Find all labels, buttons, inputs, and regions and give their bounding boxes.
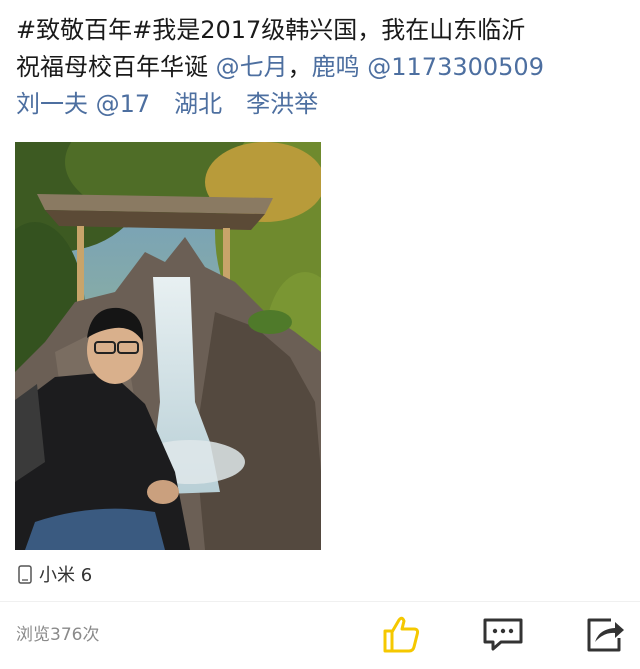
post-photo[interactable] [15,142,321,550]
share-icon [587,618,624,652]
phone-icon [18,564,32,584]
comment-button[interactable] [479,610,527,658]
view-count: 浏览376次 [16,625,100,645]
post-separator: ， [287,53,312,81]
thumbs-up-icon [383,616,420,653]
post-line-2-text: 祝福母校百年华诞 [16,53,216,81]
post-line-2: 祝福母校百年华诞 @七月，鹿鸣 @1173300509 [16,49,628,86]
share-button[interactable] [581,610,629,658]
like-button[interactable] [377,610,425,658]
device-info: 小米 6 [18,561,92,587]
post-card: #致敬百年#我是2017级韩兴国，我在山东临沂 祝福母校百年华诞 @七月，鹿鸣 … [0,0,640,669]
comment-icon [483,618,523,651]
device-label: 小米 6 [39,565,93,586]
footer-divider [0,601,640,602]
post-text: #致敬百年#我是2017级韩兴国，我在山东临沂 祝福母校百年华诞 @七月，鹿鸣 … [16,12,628,123]
mention-link[interactable]: 鹿鸣 @1173300509 [312,53,544,81]
post-line-3-mentions[interactable]: 刘一夫 @17 湖北 李洪举 [16,86,628,123]
mention-link[interactable]: @七月 [216,53,288,81]
photo-illustration [15,142,321,550]
post-line-1: #致敬百年#我是2017级韩兴国，我在山东临沂 [16,16,526,44]
